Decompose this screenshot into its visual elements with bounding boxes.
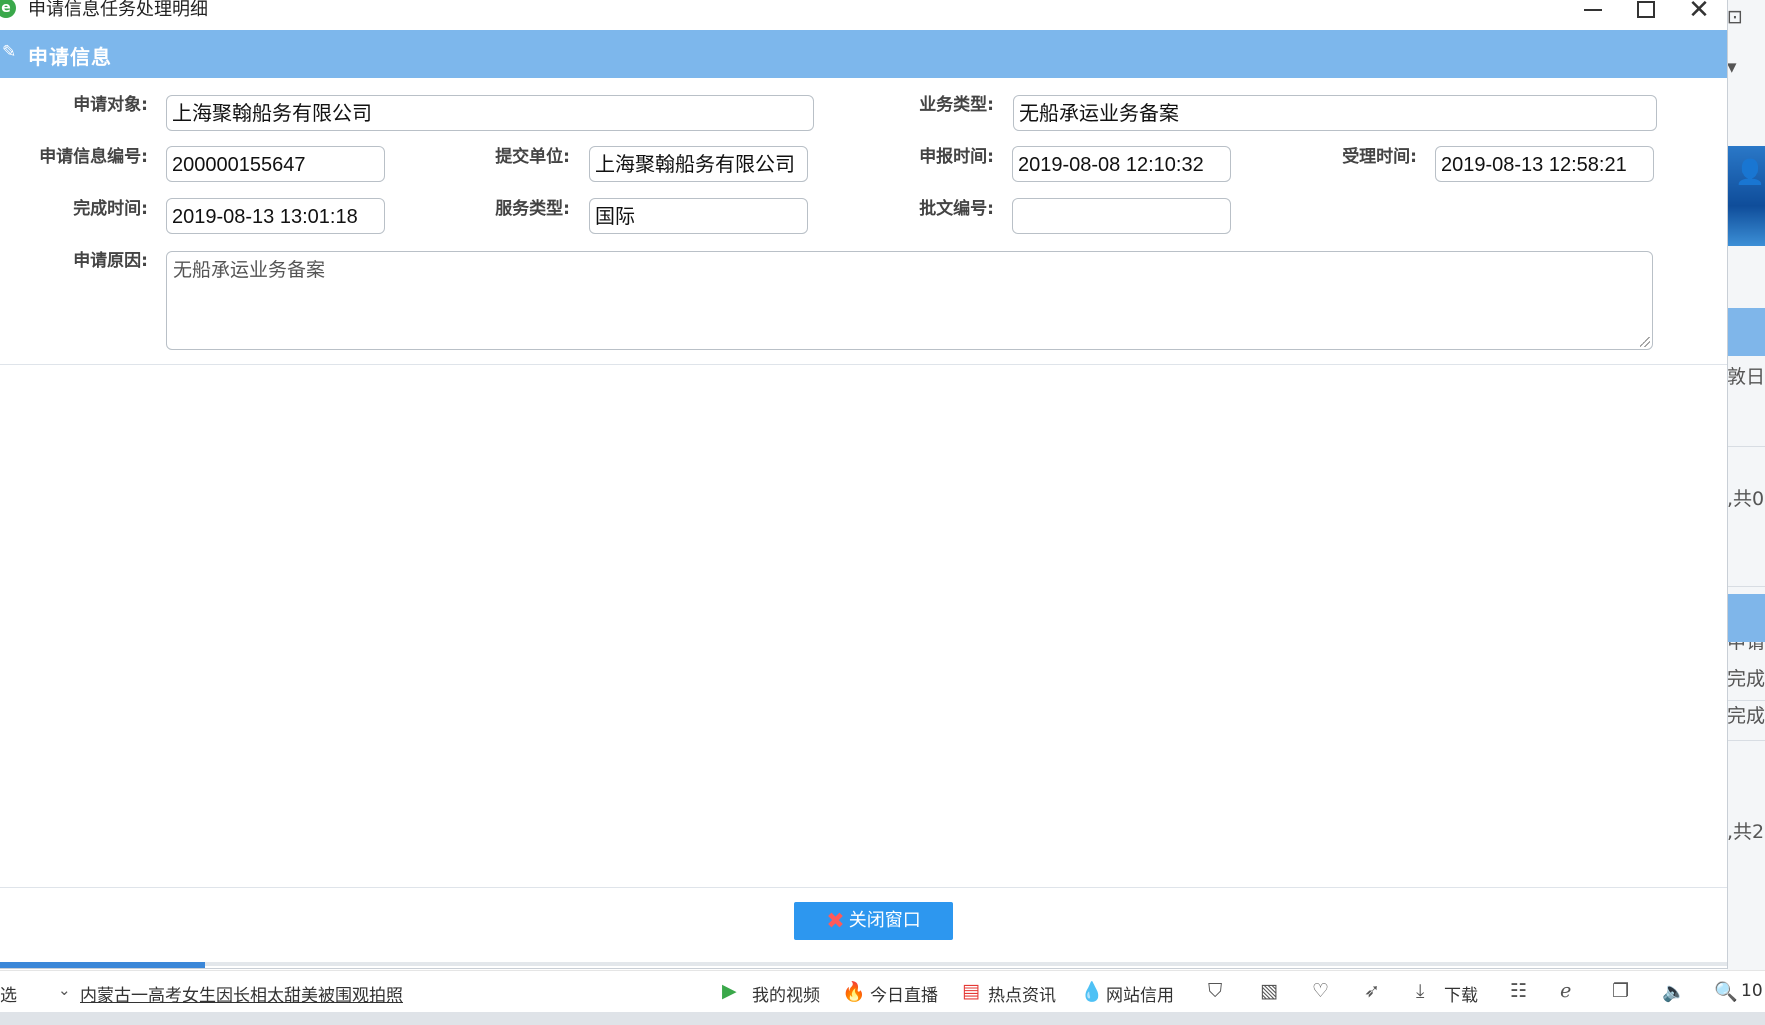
close-dialog-label: 关闭窗口 (848, 910, 921, 931)
os-taskbar (0, 1012, 1765, 1025)
business-type-field[interactable]: 无船承运业务备案 (1013, 95, 1657, 131)
rocket-icon[interactable]: ➶ (1364, 980, 1380, 1002)
download-icon[interactable]: ⤓ (1416, 980, 1424, 1002)
bg-text-fragment: ,共2 (1727, 821, 1765, 843)
browser-status-bar: 选 ⌄ 内蒙古一高考女生因长相太甜美被围观拍照 ▶ 我的视频 🔥 今日直播 ▤ … (0, 970, 1765, 1013)
bg-divider (1727, 446, 1765, 447)
applicant-field[interactable]: 上海聚翰船务有限公司 (166, 95, 814, 131)
bg-text-fragment: ⊡ (1727, 6, 1743, 28)
bg-dropdown-arrow: ▾ (1727, 56, 1737, 78)
zoom-level[interactable]: 10 (1741, 981, 1763, 1001)
window-icon[interactable]: ❐ (1612, 980, 1629, 1002)
news-ticker-link[interactable]: 内蒙古一高考女生因长相太甜美被围观拍照 (80, 981, 403, 1006)
finish-time-field[interactable]: 2019-08-13 13:01:18 (166, 198, 385, 234)
resize-handle-icon[interactable] (1640, 337, 1650, 347)
applicant-label: 申请对象: (73, 95, 148, 115)
reason-textarea[interactable]: 无船承运业务备案 (166, 251, 1653, 350)
app-no-label: 申请信息编号: (39, 147, 148, 167)
shield-icon[interactable]: ⛉ (1208, 980, 1222, 1002)
bg-text-fragment: 完成 (1727, 705, 1765, 727)
app-no-field[interactable]: 200000155647 (166, 146, 385, 182)
report-time-label: 申报时间: (919, 147, 994, 167)
speaker-icon[interactable]: 🔈 (1662, 980, 1686, 1003)
service-type-label: 服务类型: (495, 199, 570, 219)
zoom-icon[interactable]: 🔍 (1714, 980, 1738, 1003)
close-icon: ✖ (826, 909, 845, 934)
report-time-field[interactable]: 2019-08-08 12:10:32 (1012, 146, 1231, 182)
submit-unit-label: 提交单位: (495, 147, 570, 167)
bg-text-fragment: ,共0 (1727, 488, 1765, 510)
bg-divider (1727, 740, 1765, 741)
accept-time-field[interactable]: 2019-08-13 12:58:21 (1435, 146, 1654, 182)
submit-unit-field[interactable]: 上海聚翰船务有限公司 (589, 146, 808, 182)
reason-text: 无船承运业务备案 (173, 259, 326, 281)
page-load-progress-fill (0, 962, 205, 968)
hot-news-link[interactable]: 热点资讯 (988, 981, 1056, 1006)
panel-header: ✎ 申请信息 (0, 30, 1727, 78)
edit-icon: ✎ (2, 42, 17, 62)
status-text-fragment: 选 (0, 986, 17, 1006)
my-video-link[interactable]: 我的视频 (752, 981, 820, 1006)
chevron-down-icon[interactable]: ⌄ (58, 981, 71, 999)
approval-no-label: 批文编号: (919, 199, 994, 219)
site-credit-link[interactable]: 网站信用 (1106, 981, 1174, 1006)
bg-banner-image: 👤 (1727, 146, 1765, 246)
application-form: 申请对象: 上海聚翰船务有限公司 业务类型: 无船承运业务备案 申请信息编号: … (0, 78, 1727, 364)
news-icon: ▤ (962, 980, 980, 1002)
business-type-label: 业务类型: (919, 95, 994, 115)
image-icon[interactable]: ▧ (1260, 980, 1278, 1002)
user-icon: 👤 (1735, 158, 1765, 186)
form-divider (0, 364, 1727, 365)
bg-divider (1727, 586, 1765, 587)
download-label[interactable]: 下载 (1444, 981, 1478, 1006)
window-titlebar[interactable]: e 申请信息任务处理明细 ✕ (0, 0, 1727, 30)
page-load-progress-track (0, 962, 1727, 966)
finish-time-label: 完成时间: (73, 199, 148, 219)
task-detail-dialog: e 申请信息任务处理明细 ✕ ✎ 申请信息 申请对象: 上海聚翰船务有限公司 业… (0, 0, 1728, 969)
heart-icon[interactable]: ♡ (1312, 980, 1329, 1002)
service-type-field[interactable]: 国际 (589, 198, 808, 234)
incognito-icon[interactable]: ☷ (1510, 980, 1527, 1002)
maximize-button[interactable] (1622, 0, 1668, 24)
video-play-icon: ▶ (722, 980, 737, 1002)
bg-text-fragment: 完成 (1727, 668, 1765, 690)
close-window-button[interactable]: ✕ (1676, 0, 1722, 24)
close-dialog-button[interactable]: ✖ 关闭窗口 (794, 902, 953, 940)
droplet-icon: 💧 (1080, 981, 1104, 1003)
window-title: 申请信息任务处理明细 (28, 0, 208, 20)
minimize-button[interactable] (1568, 0, 1614, 24)
bg-divider (1727, 700, 1765, 701)
browser-app-icon: e (0, 0, 16, 18)
browser-icon[interactable]: ℯ (1560, 980, 1571, 1002)
bg-text-fragment: 敦日 (1727, 366, 1765, 388)
fire-icon: 🔥 (842, 981, 866, 1003)
approval-no-field[interactable] (1012, 198, 1231, 234)
accept-time-label: 受理时间: (1342, 147, 1417, 167)
reason-label: 申请原因: (73, 251, 148, 271)
footer-divider (0, 887, 1727, 888)
bg-header-bar (1727, 308, 1765, 356)
panel-title: 申请信息 (28, 45, 112, 69)
bg-header-bar (1727, 594, 1765, 642)
live-link[interactable]: 今日直播 (870, 981, 938, 1006)
